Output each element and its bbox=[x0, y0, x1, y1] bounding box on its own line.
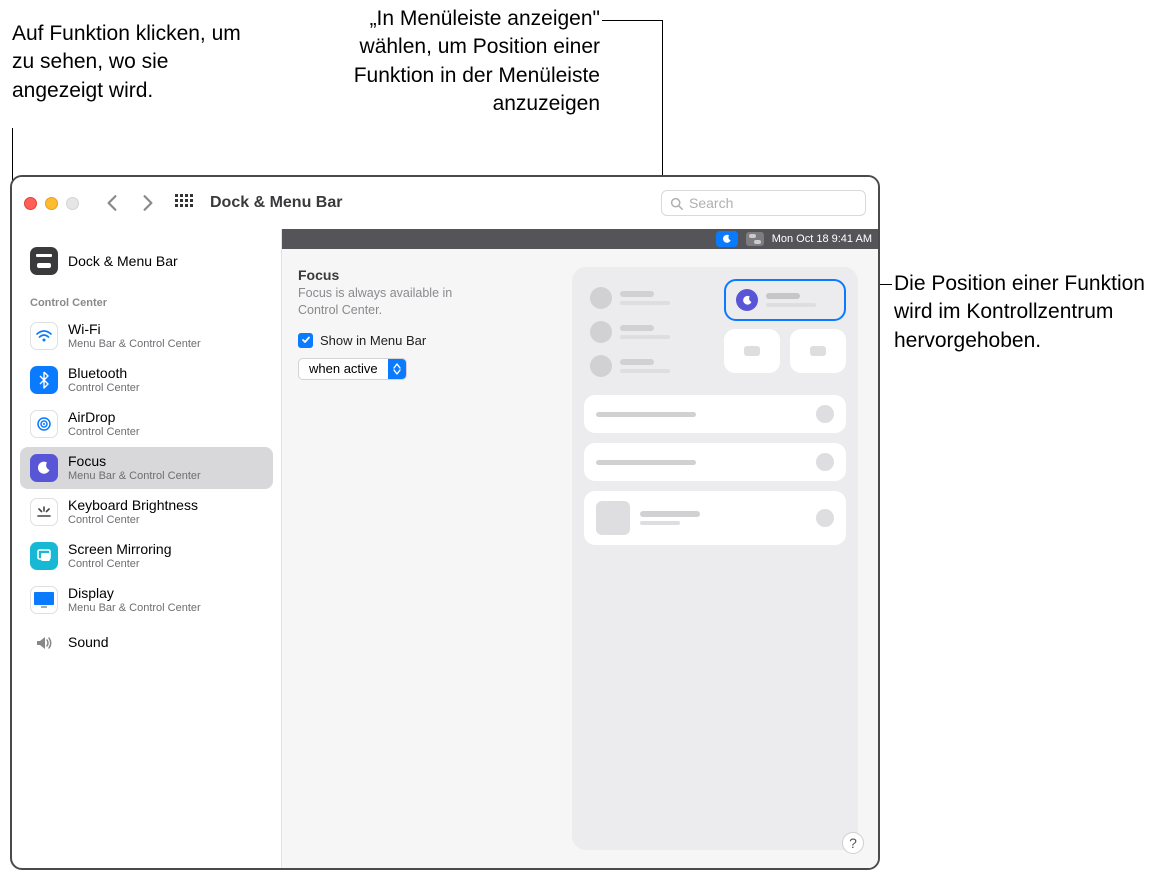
select-arrows-icon bbox=[388, 359, 406, 379]
system-prefs-window: Dock & Menu Bar Search Dock & Menu Bar C… bbox=[10, 175, 880, 870]
cc-slider-tile bbox=[584, 443, 846, 481]
cc-small-tile bbox=[790, 329, 846, 373]
sidebar-item-label: Sound bbox=[68, 634, 108, 651]
forward-button[interactable] bbox=[139, 194, 157, 212]
sidebar-item-dockmenubar[interactable]: Dock & Menu Bar bbox=[20, 241, 273, 281]
detail-description: Focus is always available in Control Cen… bbox=[298, 285, 558, 319]
sidebar-item-sub: Control Center bbox=[68, 426, 140, 439]
callout-right: Die Position einer Funktion wird im Kont… bbox=[894, 270, 1149, 355]
menubar-preview: Mon Oct 18 9:41 AM bbox=[282, 229, 878, 249]
sidebar-section-label: Control Center bbox=[16, 283, 277, 313]
sidebar-item-label: Keyboard Brightness bbox=[68, 497, 198, 514]
pane-title: Dock & Menu Bar bbox=[210, 194, 342, 212]
cc-focus-tile-highlighted bbox=[724, 279, 846, 321]
sidebar-item-label: Dock & Menu Bar bbox=[68, 253, 178, 270]
sidebar-item-label: Wi-Fi bbox=[68, 321, 201, 338]
menubar-control-center-icon bbox=[746, 232, 764, 246]
sidebar-item-label: Bluetooth bbox=[68, 365, 140, 382]
zoom-button[interactable] bbox=[66, 197, 79, 210]
callout-line-tr-h bbox=[602, 20, 662, 21]
detail-desc-line: Focus is always available in bbox=[298, 286, 452, 300]
sidebar-item-bluetooth[interactable]: Bluetooth Control Center bbox=[20, 359, 273, 401]
search-placeholder: Search bbox=[689, 195, 733, 211]
menubar-datetime: Mon Oct 18 9:41 AM bbox=[772, 233, 872, 245]
keyboard-brightness-icon bbox=[30, 498, 58, 526]
detail-body: Focus Focus is always available in Contr… bbox=[282, 249, 878, 868]
airdrop-icon bbox=[30, 410, 58, 438]
sidebar-item-keyboard-brightness[interactable]: Keyboard Brightness Control Center bbox=[20, 491, 273, 533]
screen-mirroring-icon bbox=[30, 542, 58, 570]
sidebar-item-sub: Control Center bbox=[68, 382, 140, 395]
detail-pane: Mon Oct 18 9:41 AM Focus Focus is always… bbox=[282, 229, 878, 868]
show-in-menubar-row[interactable]: Show in Menu Bar bbox=[298, 333, 558, 348]
sidebar-item-focus[interactable]: Focus Menu Bar & Control Center bbox=[20, 447, 273, 489]
sidebar-item-label: Focus bbox=[68, 453, 201, 470]
focus-icon bbox=[30, 454, 58, 482]
show-in-menubar-condition-select[interactable]: when active bbox=[298, 358, 407, 380]
cc-slider-tile bbox=[584, 395, 846, 433]
moon-icon bbox=[736, 289, 758, 311]
help-button[interactable]: ? bbox=[842, 832, 864, 854]
sidebar-item-display[interactable]: Display Menu Bar & Control Center bbox=[20, 579, 273, 621]
bluetooth-icon bbox=[30, 366, 58, 394]
traffic-lights bbox=[24, 197, 79, 210]
content-area: Dock & Menu Bar Control Center Wi-Fi Men… bbox=[12, 229, 878, 868]
display-icon bbox=[30, 586, 58, 614]
sidebar-item-sub: Menu Bar & Control Center bbox=[68, 338, 201, 351]
detail-desc-line: Control Center. bbox=[298, 303, 382, 317]
show-in-menubar-label: Show in Menu Bar bbox=[320, 333, 426, 348]
sidebar-item-wifi[interactable]: Wi-Fi Menu Bar & Control Center bbox=[20, 315, 273, 357]
sidebar-item-sound[interactable]: Sound bbox=[20, 623, 273, 663]
callout-top-right: „In Menüleiste anzeigen" wählen, um Posi… bbox=[310, 5, 600, 118]
detail-title: Focus bbox=[298, 267, 558, 283]
search-input[interactable]: Search bbox=[661, 190, 866, 216]
control-center-preview bbox=[572, 267, 858, 850]
sidebar-item-sub: Control Center bbox=[68, 514, 198, 527]
minimize-button[interactable] bbox=[45, 197, 58, 210]
sidebar-item-airdrop[interactable]: AirDrop Control Center bbox=[20, 403, 273, 445]
sound-icon bbox=[30, 629, 58, 657]
search-icon bbox=[670, 197, 683, 210]
close-button[interactable] bbox=[24, 197, 37, 210]
sidebar-item-screen-mirroring[interactable]: Screen Mirroring Control Center bbox=[20, 535, 273, 577]
sidebar-item-sub: Menu Bar & Control Center bbox=[68, 602, 201, 615]
show-all-button[interactable] bbox=[175, 194, 194, 213]
sidebar-item-label: Screen Mirroring bbox=[68, 541, 171, 558]
cc-tile-network-group bbox=[584, 279, 714, 385]
show-in-menubar-checkbox[interactable] bbox=[298, 333, 313, 348]
wifi-icon bbox=[30, 322, 58, 350]
cc-media-tile bbox=[584, 491, 846, 545]
callout-left: Auf Funktion klicken, um zu sehen, wo si… bbox=[12, 20, 262, 105]
back-button[interactable] bbox=[103, 194, 121, 212]
sidebar-item-sub: Menu Bar & Control Center bbox=[68, 470, 201, 483]
sidebar-item-label: Display bbox=[68, 585, 201, 602]
window-toolbar: Dock & Menu Bar Search bbox=[12, 177, 878, 229]
select-value: when active bbox=[299, 361, 388, 376]
sidebar-item-label: AirDrop bbox=[68, 409, 140, 426]
cc-small-tile bbox=[724, 329, 780, 373]
nav-arrows bbox=[103, 194, 157, 212]
sidebar: Dock & Menu Bar Control Center Wi-Fi Men… bbox=[12, 229, 282, 868]
sidebar-item-sub: Control Center bbox=[68, 558, 171, 571]
detail-text-column: Focus Focus is always available in Contr… bbox=[298, 267, 558, 850]
dock-menubar-icon bbox=[30, 247, 58, 275]
menubar-focus-icon bbox=[716, 231, 738, 247]
